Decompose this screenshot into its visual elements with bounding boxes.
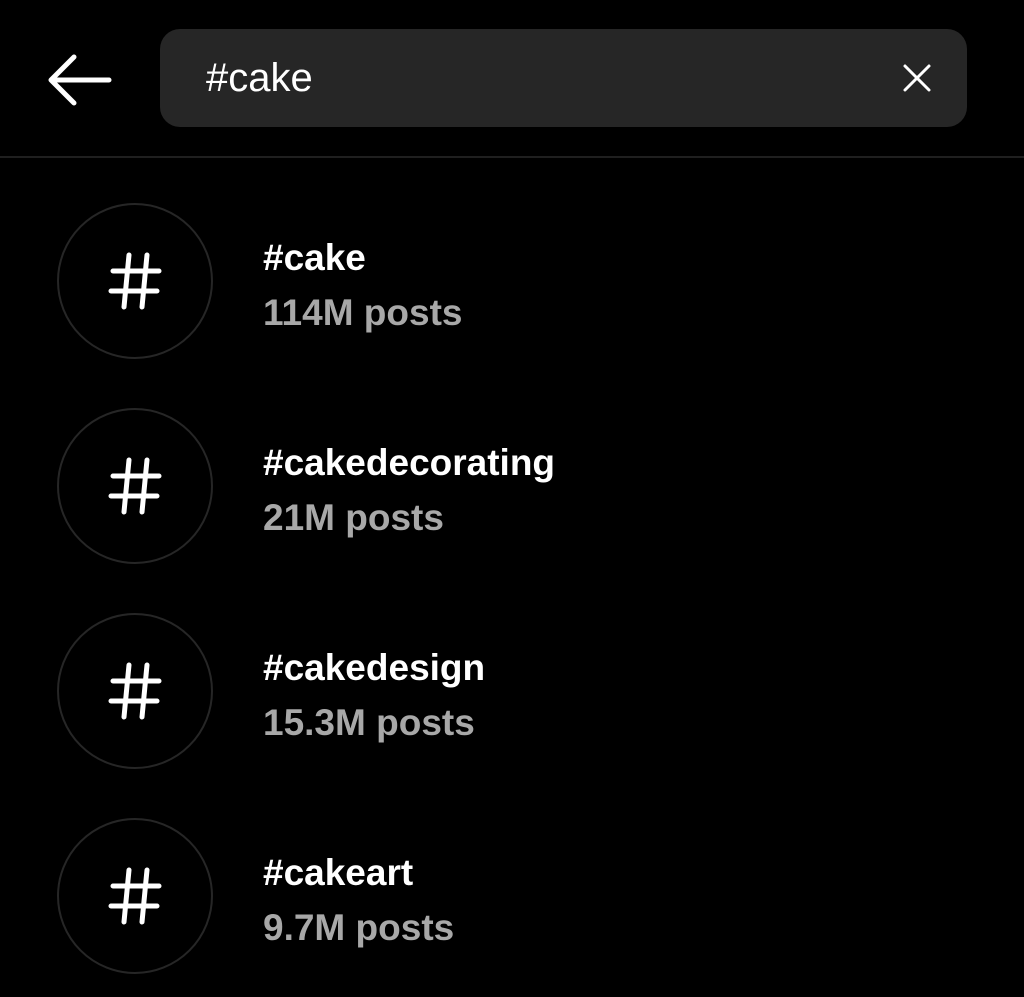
result-item-cakedesign[interactable]: #cakedesign 15.3M posts — [0, 568, 1024, 773]
arrow-left-icon — [48, 54, 112, 106]
hashtag-post-count: 21M posts — [263, 497, 444, 538]
back-button[interactable] — [36, 44, 122, 116]
close-icon — [903, 64, 931, 92]
hashtag-post-count: 9.7M posts — [263, 907, 455, 948]
hashtag-search-screen: #cake 114M posts #cakedecorating 21M pos… — [0, 0, 1024, 997]
hashtag-post-count: 15.3M posts — [263, 702, 475, 743]
hashtag-icon — [108, 867, 162, 925]
result-item-cake[interactable]: #cake 114M posts — [0, 158, 1024, 363]
hashtag-icon — [108, 457, 162, 515]
search-input[interactable] — [206, 29, 866, 127]
hashtag-avatar — [57, 203, 213, 359]
result-item-cakeart[interactable]: #cakeart 9.7M posts — [0, 773, 1024, 978]
hashtag-avatar — [57, 408, 213, 564]
hashtag-name: #cakedecorating — [263, 442, 556, 483]
hashtag-avatar — [57, 818, 213, 974]
hashtag-icon — [108, 662, 162, 720]
hashtag-name: #cakeart — [263, 852, 414, 893]
hashtag-post-count: 114M posts — [263, 292, 463, 333]
hashtag-name: #cakedesign — [263, 647, 486, 688]
hashtag-avatar — [57, 613, 213, 769]
search-header — [0, 0, 1024, 156]
result-item-cakedecorating[interactable]: #cakedecorating 21M posts — [0, 363, 1024, 568]
hashtag-icon — [108, 252, 162, 310]
clear-search-button[interactable] — [895, 56, 939, 100]
hashtag-name: #cake — [263, 237, 366, 278]
search-bar — [160, 29, 967, 127]
